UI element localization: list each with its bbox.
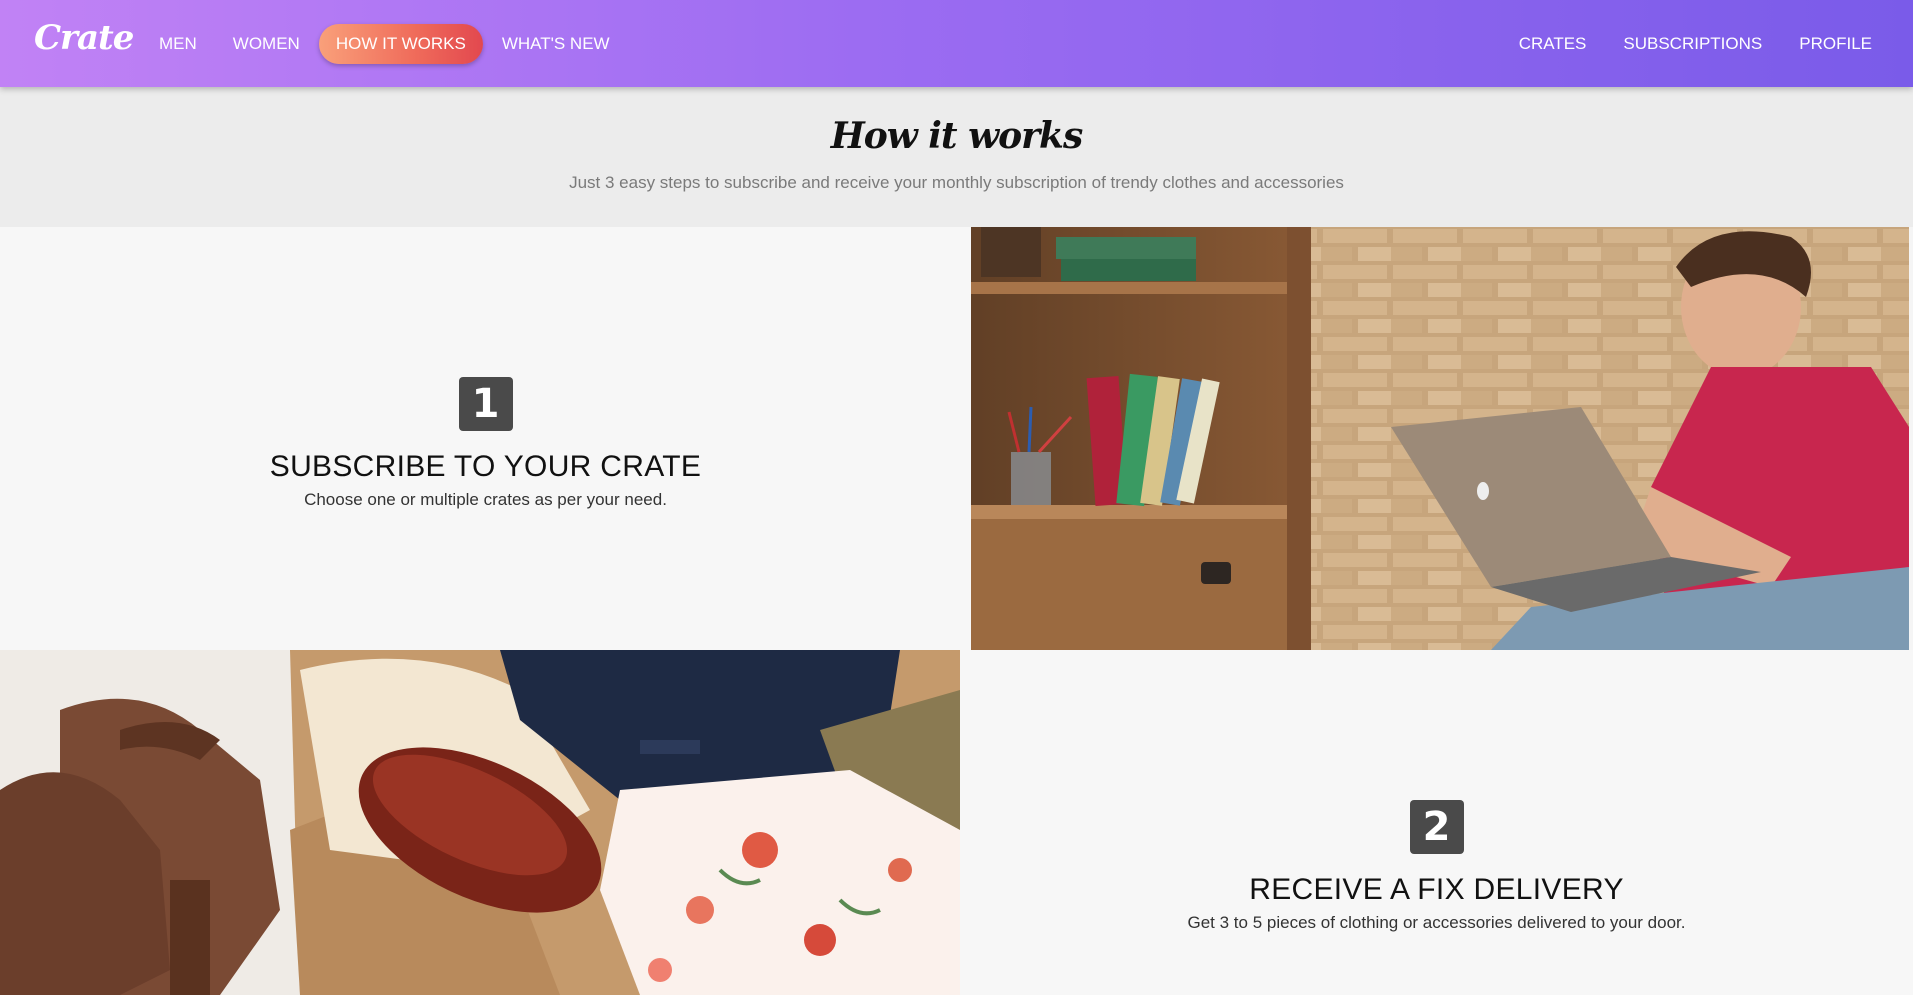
nav-link-whats-new[interactable]: WHAT'S NEW <box>485 24 627 64</box>
step-2-number-badge: 2 <box>1409 800 1464 854</box>
step-1-title: SUBSCRIBE TO YOUR CRATE <box>269 450 702 483</box>
step-1-description: Choose one or multiple crates as per you… <box>304 490 667 509</box>
page-subtitle: Just 3 easy steps to subscribe and recei… <box>569 173 1344 192</box>
crate-contents-photo <box>0 650 960 995</box>
nav-link-profile[interactable]: PROFILE <box>1782 24 1889 64</box>
nav-link-women[interactable]: WOMEN <box>216 24 317 64</box>
laptop-user-photo <box>971 227 1909 650</box>
nav-right-links: CRATES SUBSCRIPTIONS PROFILE <box>1501 0 1891 87</box>
step-1-number-badge: 1 <box>458 377 513 431</box>
page-title: How it works <box>830 115 1084 157</box>
step-2-panel: 2 RECEIVE A FIX DELIVERY Get 3 to 5 piec… <box>960 650 1913 995</box>
how-it-works-header: How it works Just 3 easy steps to subscr… <box>0 87 1913 227</box>
brand-logo[interactable]: Crate <box>34 18 134 58</box>
nav-link-crates[interactable]: CRATES <box>1502 24 1604 64</box>
step-1-panel: 1 SUBSCRIBE TO YOUR CRATE Choose one or … <box>0 227 971 650</box>
nav-left-links: MEN WOMEN HOW IT WORKS WHAT'S NEW <box>142 0 629 87</box>
nav-link-how-it-works[interactable]: HOW IT WORKS <box>318 23 483 64</box>
nav-link-subscriptions[interactable]: SUBSCRIPTIONS <box>1606 24 1779 64</box>
nav-link-men[interactable]: MEN <box>142 24 214 64</box>
step-2-title: RECEIVE A FIX DELIVERY <box>1249 873 1624 906</box>
step-2-description: Get 3 to 5 pieces of clothing or accesso… <box>1187 913 1686 932</box>
top-navbar: Crate MEN WOMEN HOW IT WORKS WHAT'S NEW … <box>0 0 1913 87</box>
